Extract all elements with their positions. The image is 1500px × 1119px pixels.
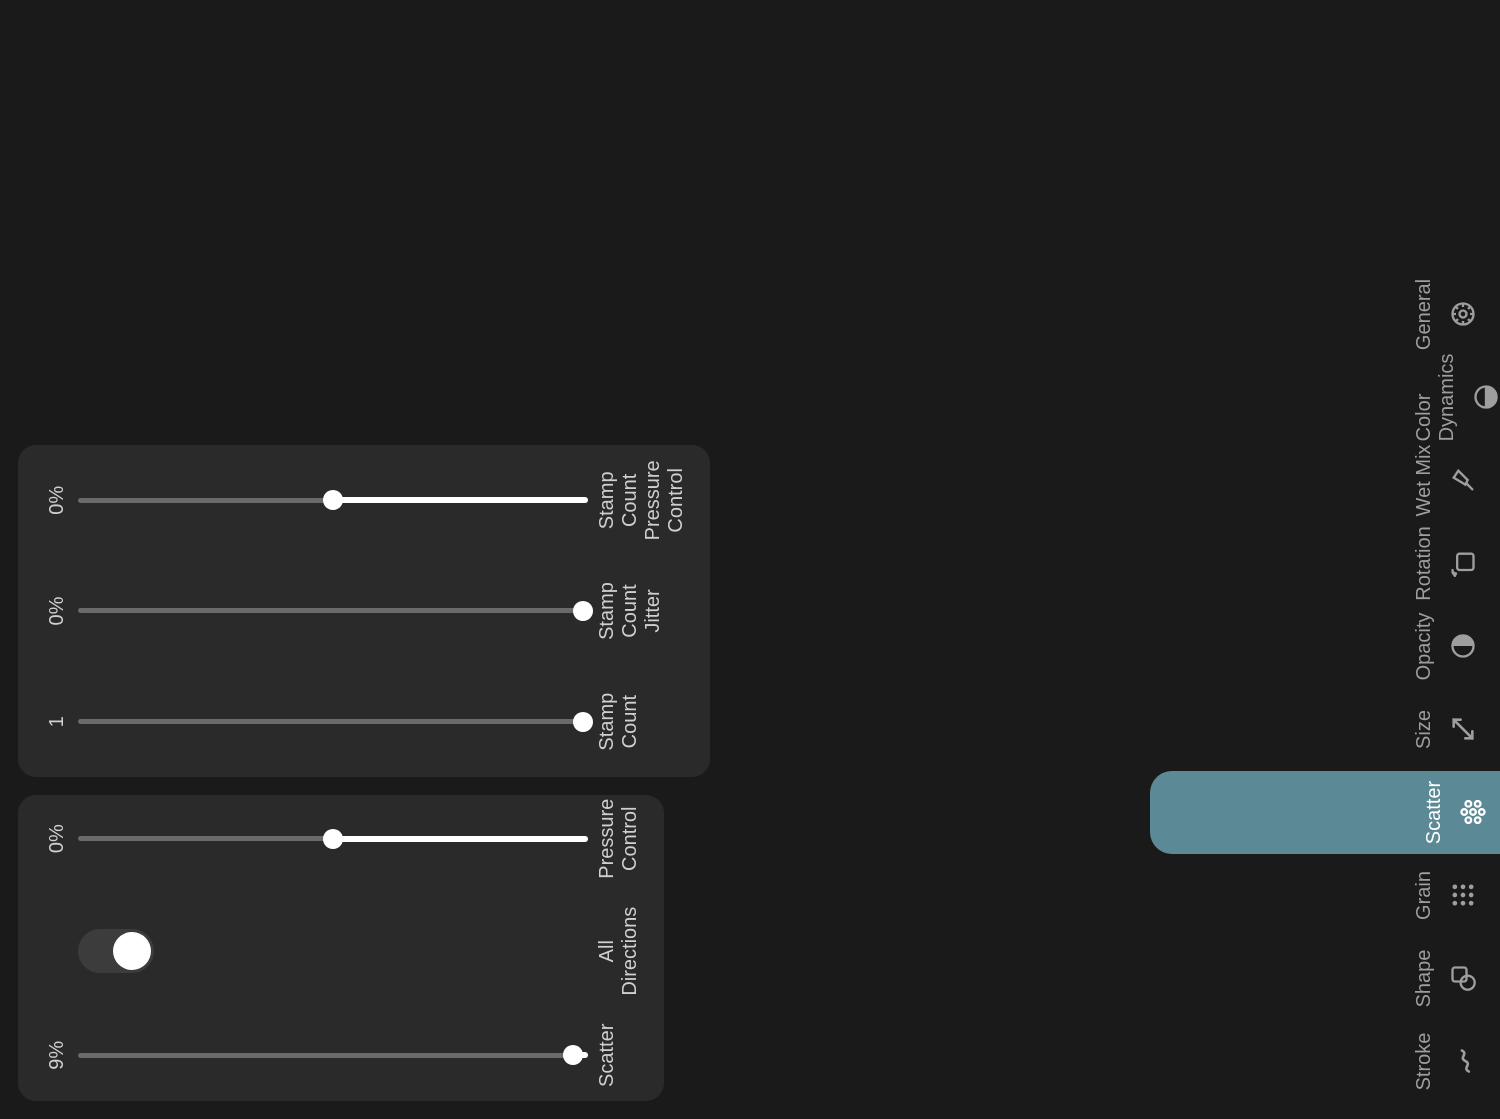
all-directions-label: All Directions xyxy=(596,907,642,996)
pressure-label: Pressure Control xyxy=(596,799,642,879)
nav-size[interactable]: Size xyxy=(1405,688,1500,771)
scatter-value: 9% xyxy=(46,1041,70,1070)
stroke-icon xyxy=(1448,1047,1478,1077)
stamp-count-label: Stamp Count xyxy=(596,680,642,763)
stamp-count-pressure-value: 0% xyxy=(46,486,70,515)
scatter-label: Scatter xyxy=(596,1024,619,1087)
stamp-count-jitter-value: 0% xyxy=(46,597,70,626)
settings-content: 9% Scatter All Directions 0% Pres xyxy=(0,0,1405,1119)
panel-scatter-main: 9% Scatter All Directions 0% Pres xyxy=(18,795,664,1101)
nav-general[interactable]: General xyxy=(1405,273,1500,356)
nav-opacity[interactable]: Opacity xyxy=(1405,605,1500,688)
scatter-slider[interactable] xyxy=(78,1035,588,1075)
shape-icon xyxy=(1448,964,1478,994)
stamp-count-slider[interactable] xyxy=(78,702,588,742)
brush-settings-nav: Stroke Shape Grain Scatter Size xyxy=(1405,0,1500,1119)
stamp-count-jitter-label: Stamp Count Jitter xyxy=(596,570,665,653)
control-stamp-count: 1 Stamp Count xyxy=(46,680,688,763)
stamp-count-pressure-label: Stamp Count Pressure Control xyxy=(596,459,688,542)
nav-grain[interactable]: Grain xyxy=(1405,854,1500,937)
nav-color-dynamics[interactable]: Color Dynamics xyxy=(1405,356,1500,439)
rotation-icon xyxy=(1448,549,1478,579)
nav-scatter[interactable]: Scatter xyxy=(1150,771,1500,854)
pressure-value: 0% xyxy=(46,824,70,853)
all-directions-toggle[interactable] xyxy=(78,929,154,973)
pressure-slider[interactable] xyxy=(78,819,588,859)
general-icon xyxy=(1448,300,1478,330)
stamp-count-value: 1 xyxy=(46,716,70,727)
control-all-directions: All Directions xyxy=(46,907,642,996)
scatter-icon xyxy=(1458,798,1488,828)
nav-wetmix[interactable]: Wet Mix xyxy=(1405,439,1500,522)
panel-stamp-count: 1 Stamp Count 0% Stamp Count Jitter 0% S… xyxy=(18,445,710,777)
control-scatter: 9% Scatter xyxy=(46,1024,642,1087)
wetmix-icon xyxy=(1448,466,1478,496)
nav-shape[interactable]: Shape xyxy=(1405,937,1500,1020)
stamp-count-pressure-slider[interactable] xyxy=(78,480,588,520)
control-stamp-count-pressure: 0% Stamp Count Pressure Control xyxy=(46,459,688,542)
control-pressure: 0% Pressure Control xyxy=(46,799,642,879)
grain-icon xyxy=(1448,881,1478,911)
nav-stroke[interactable]: Stroke xyxy=(1405,1020,1500,1103)
size-icon xyxy=(1448,715,1478,745)
color-dynamics-icon xyxy=(1471,383,1500,413)
control-stamp-count-jitter: 0% Stamp Count Jitter xyxy=(46,570,688,653)
stamp-count-jitter-slider[interactable] xyxy=(78,591,588,631)
nav-rotation[interactable]: Rotation xyxy=(1405,522,1500,605)
opacity-icon xyxy=(1448,632,1478,662)
